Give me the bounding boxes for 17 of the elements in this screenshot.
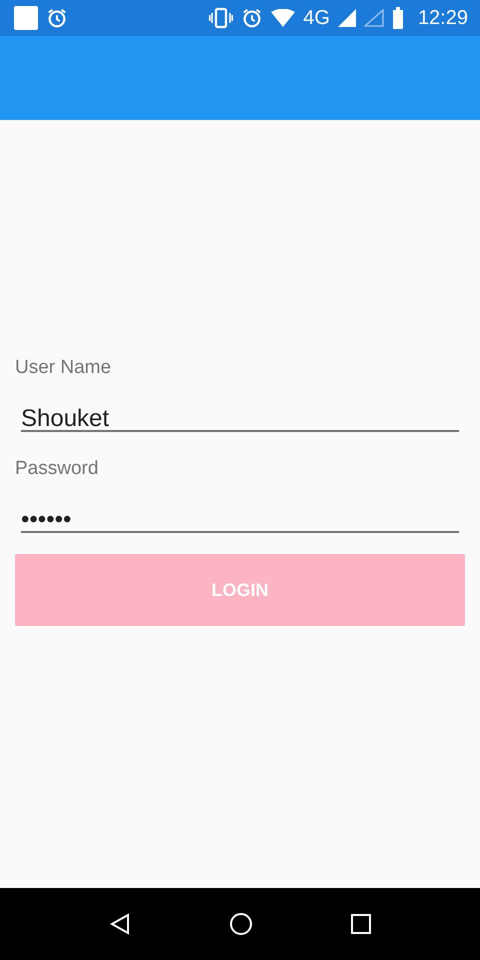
wifi-icon [271,9,296,27]
back-icon[interactable] [109,913,131,935]
clock: 12:29 [418,6,468,30]
alarm-icon [241,7,264,29]
field-label: Password [15,457,100,481]
network-type: 4G [303,6,330,30]
input-field[interactable]: Shouket [21,408,459,432]
signal-icon [364,9,384,27]
notification-icon [14,6,38,30]
battery-icon [392,7,404,29]
input-field[interactable]: •••••• [21,509,459,533]
alarm-icon [46,7,68,29]
vibrate-icon [209,7,234,29]
field-label: User Name [15,356,112,380]
signal-icon [338,9,356,27]
recents-icon[interactable] [351,914,371,934]
home-icon[interactable] [229,912,253,936]
